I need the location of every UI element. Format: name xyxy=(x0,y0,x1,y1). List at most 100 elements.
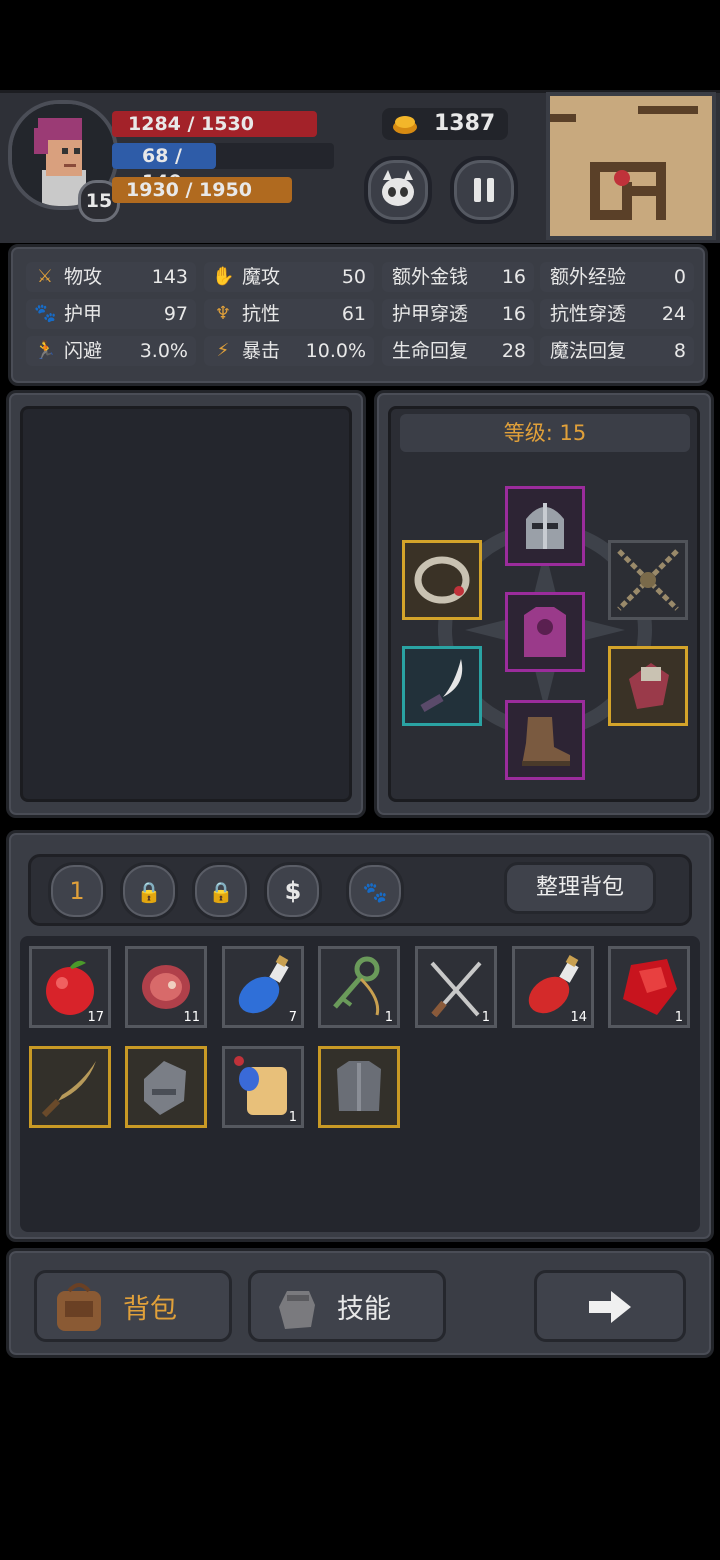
stat-value: 97 xyxy=(163,303,188,325)
lightning-icon: ⚡ xyxy=(216,340,230,361)
stat-label: 魔法回复 xyxy=(550,340,627,362)
next-button[interactable] xyxy=(534,1270,686,1342)
monster-face-icon xyxy=(382,170,414,206)
lock-icon: 🔒 xyxy=(208,880,234,904)
chest-armor-icon xyxy=(524,607,566,657)
stat-value: 143 xyxy=(151,266,188,288)
arrow-right-icon xyxy=(589,1291,631,1323)
dollar-icon: $ xyxy=(284,877,302,905)
item-count: 17 xyxy=(87,1010,104,1025)
inventory-item-key[interactable]: 1 xyxy=(318,946,400,1028)
inventory-tab-1[interactable]: 1 xyxy=(48,862,106,920)
stat-value: 0 xyxy=(673,266,686,288)
item-count: 1 xyxy=(481,1010,490,1025)
inventory-item-blue-potion[interactable]: 7 xyxy=(222,946,304,1028)
stat-label: 抗性穿透 xyxy=(550,303,627,325)
boot-icon xyxy=(522,717,570,766)
magic-icon: ✋ xyxy=(212,266,235,287)
backpack-icon xyxy=(57,1283,101,1331)
stat-label: 魔攻 xyxy=(242,266,281,288)
experience-bar: 1930 / 1950 xyxy=(112,177,292,203)
stat-value: 61 xyxy=(341,303,366,325)
item-count: 14 xyxy=(570,1010,587,1025)
inventory-tab-pet[interactable]: 🐾 xyxy=(346,862,404,920)
gauntlet-icon xyxy=(144,1061,186,1115)
item-count: 1 xyxy=(288,1110,297,1125)
stat-value: 16 xyxy=(501,303,526,325)
stat-dodge: 🏃 闪避 3.0% xyxy=(26,336,196,366)
item-detail-panel xyxy=(20,406,352,802)
boots-slot[interactable] xyxy=(505,700,585,780)
inventory-item-chest-armor[interactable] xyxy=(318,1046,400,1128)
inventory-item-picks[interactable]: 1 xyxy=(415,946,497,1028)
item-count: 7 xyxy=(288,1010,297,1025)
stat-resistance: ♆ 抗性 61 xyxy=(204,299,374,329)
ring-icon xyxy=(414,556,470,604)
health-text: 1284 / 1530 xyxy=(128,113,254,135)
pause-icon xyxy=(474,178,494,202)
minimap[interactable] xyxy=(546,92,716,240)
inventory-tab-locked-1[interactable]: 🔒 xyxy=(120,862,178,920)
skills-tab-label: 技能 xyxy=(337,1294,391,1325)
stat-label: 暴击 xyxy=(242,340,281,362)
stat-extra-exp: 额外经验 0 xyxy=(540,262,694,292)
sort-inventory-button[interactable]: 整理背包 xyxy=(504,862,656,914)
stat-hp-regen: 生命回复 28 xyxy=(382,336,534,366)
stat-extra-gold: 额外金钱 16 xyxy=(382,262,534,292)
stat-label: 额外经验 xyxy=(550,266,627,288)
dagger-icon xyxy=(420,659,463,712)
skills-tab-button[interactable]: 技能 xyxy=(248,1270,446,1342)
stat-value: 50 xyxy=(341,266,366,288)
mana-bar: 68 / 140 xyxy=(112,143,216,193)
inventory-item-red-potion[interactable]: 14 xyxy=(512,946,594,1028)
inventory-tab-shop[interactable]: $ xyxy=(264,862,322,920)
monster-codex-button[interactable] xyxy=(364,156,432,224)
inventory-item-gauntlet[interactable] xyxy=(125,1046,207,1128)
stat-label: 护甲 xyxy=(64,303,103,325)
stat-value: 24 xyxy=(661,303,686,325)
lock-icon: 🔒 xyxy=(136,880,162,904)
stat-resist-penetration: 抗性穿透 24 xyxy=(540,299,694,329)
stat-value: 28 xyxy=(501,340,526,362)
equipment-level-label: 等级: 15 xyxy=(400,414,690,452)
health-bar: 1284 / 1530 xyxy=(112,111,317,137)
item-count: 1 xyxy=(384,1010,393,1025)
bag-tab-label: 背包 xyxy=(123,1294,177,1325)
stat-label: 生命回复 xyxy=(392,340,469,362)
stat-value: 10.0% xyxy=(305,340,366,362)
stat-label: 抗性 xyxy=(242,303,281,325)
gloves-slot[interactable] xyxy=(608,646,688,726)
glove-icon xyxy=(629,663,669,709)
ring-slot[interactable] xyxy=(402,540,482,620)
inventory-item-ruby[interactable]: 1 xyxy=(608,946,690,1028)
helmet-slot[interactable] xyxy=(505,486,585,566)
stat-value: 3.0% xyxy=(139,340,188,362)
chain-slot[interactable] xyxy=(608,540,688,620)
inventory-tab-locked-2[interactable]: 🔒 xyxy=(192,862,250,920)
bag-tab-button[interactable]: 背包 xyxy=(34,1270,232,1342)
inventory-item-apple[interactable]: 17 xyxy=(29,946,111,1028)
weapon-slot[interactable] xyxy=(402,646,482,726)
stat-label: 额外金钱 xyxy=(392,266,469,288)
item-count: 11 xyxy=(183,1010,200,1025)
stat-magic-attack: ✋ 魔攻 50 xyxy=(204,262,374,292)
inventory-item-meat[interactable]: 11 xyxy=(125,946,207,1028)
inventory-item-curved-sword[interactable] xyxy=(29,1046,111,1128)
fist-icon xyxy=(279,1291,315,1329)
gold-amount: 1387 xyxy=(434,111,496,136)
stat-value: 16 xyxy=(501,266,526,288)
stat-armor-penetration: 护甲穿透 16 xyxy=(382,299,534,329)
chain-icon xyxy=(617,549,679,611)
helmet-icon xyxy=(526,503,564,549)
chest-slot[interactable] xyxy=(505,592,585,672)
sword-icon: ⚔ xyxy=(36,266,54,287)
paw-icon: 🐾 xyxy=(362,880,388,904)
stat-physical-attack: ⚔ 物攻 143 xyxy=(26,262,196,292)
gold-coin-icon xyxy=(392,113,418,135)
stat-mp-regen: 魔法回复 8 xyxy=(540,336,694,366)
resist-icon: ♆ xyxy=(214,303,232,324)
stat-label: 物攻 xyxy=(64,266,103,288)
pause-button[interactable] xyxy=(450,156,518,224)
chest-armor-icon xyxy=(337,1061,381,1111)
inventory-item-scroll[interactable]: 1 xyxy=(222,1046,304,1128)
